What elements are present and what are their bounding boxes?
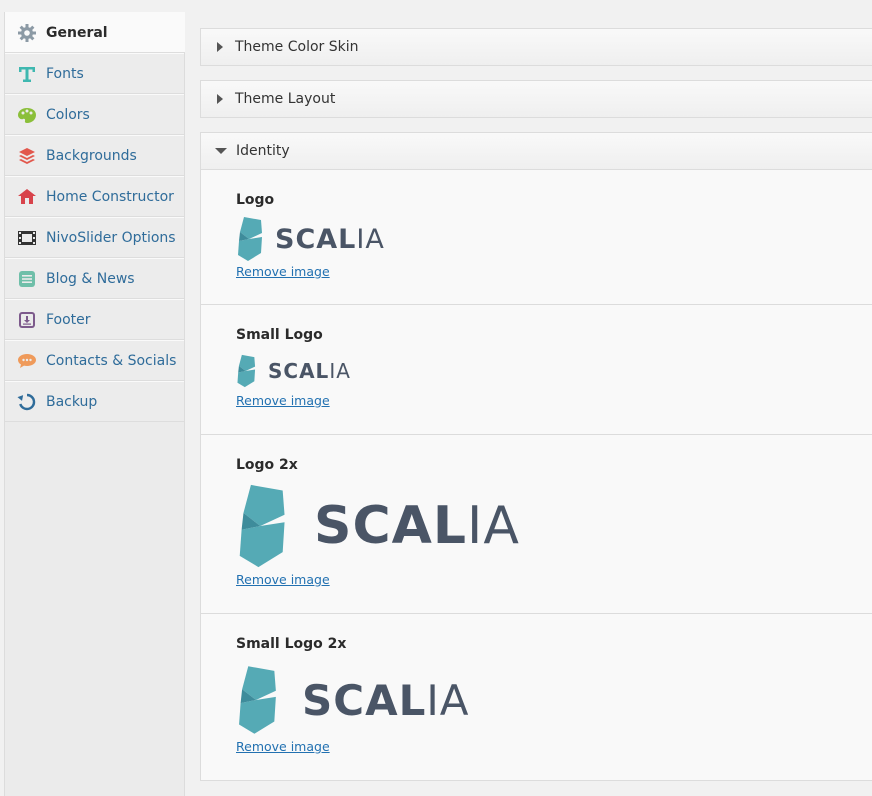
sidebar-item-backup[interactable]: Backup <box>5 381 184 422</box>
remove-image-link[interactable]: Remove image <box>236 739 330 754</box>
section-header-layout[interactable]: Theme Layout <box>201 81 872 117</box>
sidebar-item-home-constructor[interactable]: Home Constructor <box>5 176 184 217</box>
section-title: Identity <box>236 143 290 159</box>
caret-down-icon <box>215 148 227 154</box>
home-icon <box>17 187 37 207</box>
refresh-icon <box>17 392 37 412</box>
list-icon <box>17 269 37 289</box>
logo-wordmark: SCALIA <box>275 223 385 255</box>
sidebar-item-contacts-socials[interactable]: Contacts & Socials <box>5 340 184 381</box>
filmstrip-icon <box>17 228 37 248</box>
sidebar-item-label: General <box>46 24 108 41</box>
logo-wordmark: SCALIA <box>302 675 470 725</box>
chat-bubble-icon <box>17 351 37 371</box>
main-panel: Theme Color Skin Theme Layout Identity L… <box>200 28 872 781</box>
sidebar-item-footer[interactable]: Footer <box>5 299 184 340</box>
section-theme-color-skin: Theme Color Skin <box>200 28 872 66</box>
sidebar-item-label: Home Constructor <box>46 188 174 205</box>
sidebar-item-label: Backup <box>46 393 98 410</box>
section-header-color-skin[interactable]: Theme Color Skin <box>201 29 872 65</box>
gear-icon <box>17 23 37 43</box>
download-box-icon <box>17 310 37 330</box>
logo-image: SCALIA <box>236 217 385 261</box>
field-small-logo: Small Logo SCALIA Remove image <box>201 305 872 435</box>
logo-mark-icon <box>239 484 285 568</box>
field-label: Logo <box>236 192 275 208</box>
remove-image-link[interactable]: Remove image <box>236 264 330 279</box>
top-bar <box>0 0 872 12</box>
sidebar-item-label: Colors <box>46 106 90 123</box>
sidebar-item-blog-news[interactable]: Blog & News <box>5 258 184 299</box>
sidebar-item-label: Blog & News <box>46 270 135 287</box>
sidebar-item-label: Fonts <box>46 65 84 82</box>
logo-wordmark: SCALIA <box>268 359 351 383</box>
caret-right-icon <box>217 42 223 52</box>
section-title: Theme Layout <box>235 91 336 107</box>
section-theme-layout: Theme Layout <box>200 80 872 118</box>
field-small-logo-2x: Small Logo 2x SCALIA Remove image <box>201 614 872 781</box>
field-logo-2x: Logo 2x SCALIA Remove image <box>201 435 872 614</box>
sidebar-item-backgrounds[interactable]: Backgrounds <box>5 135 184 176</box>
field-label: Small Logo <box>236 327 323 343</box>
small-logo-2x-image: SCALIA <box>236 664 469 736</box>
sidebar-item-general[interactable]: General <box>5 12 185 53</box>
section-header-identity[interactable]: Identity <box>201 133 872 170</box>
sidebar-item-label: Footer <box>46 311 91 328</box>
logo-mark-icon <box>239 666 276 734</box>
sidebar-item-fonts[interactable]: Fonts <box>5 53 184 94</box>
sidebar-item-colors[interactable]: Colors <box>5 94 184 135</box>
sidebar-item-label: Backgrounds <box>46 147 137 164</box>
sidebar-item-label: NivoSlider Options <box>46 229 176 246</box>
caret-right-icon <box>217 94 223 104</box>
font-icon <box>17 64 37 84</box>
sidebar-item-nivoslider[interactable]: NivoSlider Options <box>5 217 184 258</box>
remove-image-link[interactable]: Remove image <box>236 393 330 408</box>
section-identity: Identity Logo SCALIA Remove image Small … <box>200 132 872 781</box>
logo-mark-icon <box>237 354 256 388</box>
section-title: Theme Color Skin <box>235 39 359 55</box>
palette-icon <box>17 105 37 125</box>
layers-icon <box>17 146 37 166</box>
small-logo-image: SCALIA <box>236 353 351 389</box>
logo-2x-image: SCALIA <box>236 483 520 569</box>
sidebar-item-label: Contacts & Socials <box>46 352 177 369</box>
field-logo: Logo SCALIA Remove image <box>201 170 872 305</box>
field-label: Small Logo 2x <box>236 636 347 652</box>
logo-mark-icon <box>238 217 262 261</box>
logo-wordmark: SCALIA <box>314 496 520 556</box>
remove-image-link[interactable]: Remove image <box>236 572 330 587</box>
field-label: Logo 2x <box>236 457 298 473</box>
sidebar: General Fonts Colors Backgrounds Home Co… <box>4 12 185 796</box>
